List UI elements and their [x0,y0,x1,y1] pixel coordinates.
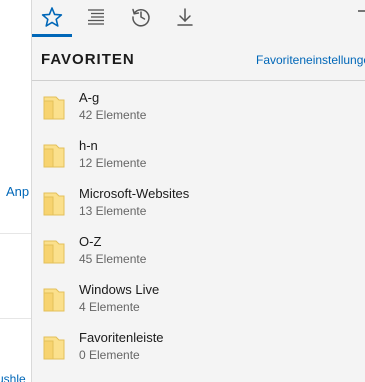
folder-icon [43,240,65,264]
folder-item[interactable]: Favoritenleiste 0 Elemente [32,326,365,374]
star-icon [41,7,63,27]
folder-icon [43,96,65,120]
folder-item-count: 12 Elemente [79,156,147,170]
hub-tab-bar [32,0,365,38]
background-divider [0,233,31,234]
folder-icon [43,192,65,216]
folder-name: Microsoft-Websites [79,186,190,201]
browser-viewport: Anp ushle FAVORITEN Favoriteneinstellung… [0,0,365,382]
tab-downloads[interactable] [170,2,200,32]
folder-item-count: 45 Elemente [79,252,147,266]
pin-icon[interactable] [358,4,365,18]
page-title: FAVORITEN [41,51,135,68]
folder-item-count: 13 Elemente [79,204,147,218]
background-link[interactable]: ushle [0,372,26,382]
reading-list-icon [88,9,104,25]
favorites-settings-link[interactable]: Favoriteneinstellungen [256,53,365,67]
folder-item[interactable]: Microsoft-Websites 13 Elemente [32,182,365,230]
favorites-header: FAVORITEN Favoriteneinstellungen [32,46,365,76]
tab-favorites[interactable] [37,2,67,32]
folder-name: h-n [79,138,98,153]
folder-item[interactable]: Windows Live 4 Elemente [32,278,365,326]
background-page: Anp ushle [0,0,31,382]
folder-item[interactable]: A-g 42 Elemente [32,86,365,134]
background-link[interactable]: Anp [6,184,29,199]
folder-item-count: 4 Elemente [79,300,140,314]
folder-name: A-g [79,90,100,105]
history-icon [132,8,150,27]
header-divider [32,80,365,81]
folder-item[interactable]: h-n 12 Elemente [32,134,365,182]
folder-icon [43,336,65,360]
tab-reading-list[interactable] [81,2,111,32]
folder-icon [43,288,65,312]
active-tab-indicator [32,34,72,37]
folder-icon [43,144,65,168]
folder-name: Windows Live [79,282,160,297]
folder-name: O-Z [79,234,102,249]
download-icon [177,8,193,26]
tab-history[interactable] [126,2,156,32]
folder-name: Favoritenleiste [79,330,164,345]
hub-panel: FAVORITEN Favoriteneinstellungen A-g 42 … [31,0,365,382]
folder-item-count: 42 Elemente [79,108,147,122]
folder-item-count: 0 Elemente [79,348,140,362]
folder-item[interactable]: O-Z 45 Elemente [32,230,365,278]
background-divider [0,318,31,319]
